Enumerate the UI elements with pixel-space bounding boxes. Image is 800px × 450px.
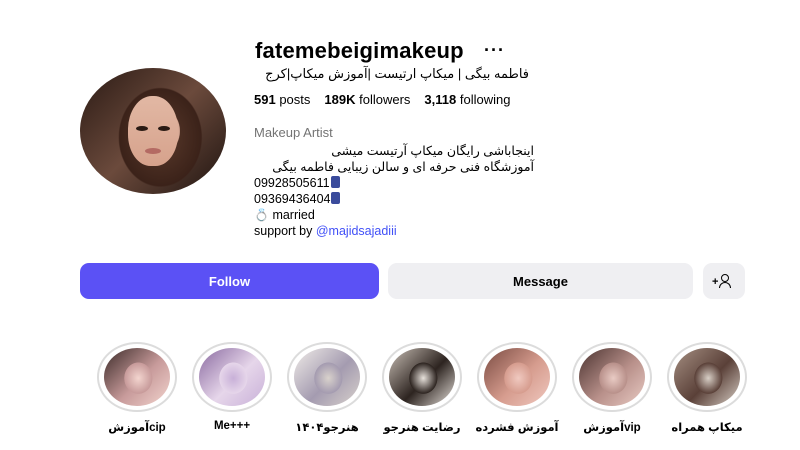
avatar-face [128, 96, 178, 166]
highlight-label: آموزش‌vip [583, 422, 641, 434]
profile-full-name: فاطمه بیگی | میکاپ ارتیست |آموزش میکاپ|ک… [265, 66, 529, 81]
profile-category: Makeup Artist [254, 125, 333, 140]
support-link[interactable]: @majidsajadiii [316, 224, 397, 238]
highlight-cover-image [199, 348, 265, 406]
highlight-cover-image [674, 348, 740, 406]
highlight-item[interactable]: رضایت هنرجو [377, 342, 467, 434]
highlight-label: رضایت هنرجو [383, 422, 461, 434]
bio-married: 💍 married [254, 207, 534, 223]
followers-stat[interactable]: 189K followers [324, 92, 410, 107]
avatar-eye-left [136, 126, 148, 131]
profile-avatar[interactable] [80, 68, 226, 194]
highlight-item[interactable]: آموزشcip [92, 342, 182, 434]
profile-username: fatemebeigimakeup [255, 38, 464, 63]
posts-stat[interactable]: 591 posts [254, 92, 310, 107]
story-highlights: آموزشcip Me+++ هنرجو۱۴۰۴ رضایت هنرجو آموزش ف… [0, 342, 800, 442]
ring-icon: 💍 [254, 208, 269, 222]
following-label: following [459, 92, 511, 107]
support-prefix: support by [254, 224, 313, 238]
bio-line-1: اینجاباشی رایگان میکاپ آرتیست میشی [331, 144, 534, 158]
highlight-label: آموزشcip [108, 422, 166, 434]
avatar-lips [145, 148, 161, 154]
highlight-ring [382, 342, 462, 412]
avatar-eye-right [158, 126, 170, 131]
more-options-icon[interactable]: ··· [484, 40, 505, 61]
highlight-cover-image [484, 348, 550, 406]
bio-phone-2: 09369436404 [254, 191, 534, 207]
highlight-item[interactable]: هنرجو۱۴۰۴ [282, 342, 372, 434]
highlight-ring [192, 342, 272, 412]
highlight-label: هنرجو۱۴۰۴ [295, 422, 359, 434]
profile-bio: اینجاباشی رایگان میکاپ آرتیست میشی آموزش… [254, 143, 534, 239]
highlight-cover-image [579, 348, 645, 406]
highlight-ring [97, 342, 177, 412]
message-button[interactable]: Message [388, 263, 693, 299]
phone-icon [331, 192, 341, 204]
follow-button[interactable]: Follow [80, 263, 379, 299]
highlight-ring [667, 342, 747, 412]
highlight-ring [572, 342, 652, 412]
person-add-icon: + [712, 274, 732, 288]
highlight-item[interactable]: میکاپ همراه [662, 342, 752, 434]
highlight-ring [287, 342, 367, 412]
highlight-label: میکاپ همراه [671, 422, 743, 434]
highlight-ring [477, 342, 557, 412]
phone-number-1: 09928505611 [254, 176, 330, 190]
bio-line-2: آموزشگاه فنی حرفه ای و سالن زیبایی فاطمه… [272, 160, 534, 174]
following-count: 3,118 [424, 92, 457, 107]
highlight-label: آموزش فشرده [475, 422, 559, 434]
followers-count: 189K [324, 92, 356, 107]
highlight-item[interactable]: Me+++ [187, 342, 277, 432]
highlight-item[interactable]: آموزش فشرده [472, 342, 562, 434]
profile-stats: 591 posts 189K followers 3,118 following [254, 92, 510, 107]
followers-label: followers [359, 92, 411, 107]
married-text: married [272, 208, 315, 222]
following-stat[interactable]: 3,118 following [424, 92, 510, 107]
highlight-cover-image [294, 348, 360, 406]
bio-phone-1: 09928505611 [254, 175, 534, 191]
bio-support: support by @majidsajadiii [254, 223, 534, 239]
highlight-item[interactable]: آموزش‌vip [567, 342, 657, 434]
highlight-cover-image [104, 348, 170, 406]
posts-label: posts [279, 92, 311, 107]
highlight-label: Me+++ [213, 420, 251, 432]
posts-count: 591 [254, 92, 276, 107]
phone-number-2: 09369436404 [254, 192, 331, 206]
highlight-cover-image [389, 348, 455, 406]
phone-icon [330, 176, 340, 188]
suggested-accounts-button[interactable]: + [703, 263, 745, 299]
